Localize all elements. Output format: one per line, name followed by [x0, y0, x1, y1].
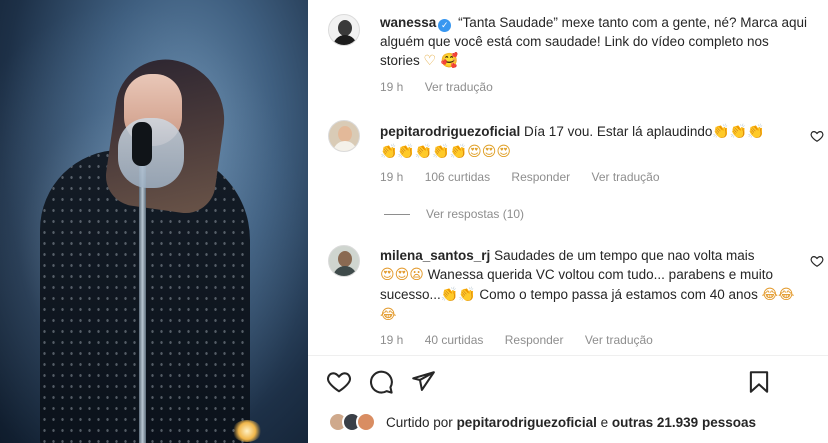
stage-light: [232, 420, 262, 442]
actions-divider: [308, 355, 828, 356]
comment-pepita: pepitarodriguezoficial Día 17 vou. Estar…: [380, 122, 800, 162]
comment-reply-link[interactable]: Responder: [505, 333, 564, 347]
comment-translate-link[interactable]: Ver tradução: [585, 333, 653, 347]
comment-milena: milena_santos_rj Saudades de um tempo qu…: [380, 246, 800, 325]
comment-like-heart-icon[interactable]: [810, 254, 824, 268]
comment-emojis-1: 😍😍😦: [380, 267, 424, 283]
comment-emojis-line2: 👏👏👏👏👏😍😍😍: [380, 144, 511, 160]
liked-by-text: Curtido por pepitarodriguezoficial e out…: [386, 415, 756, 430]
comment-likes-count[interactable]: 106 curtidas: [425, 170, 490, 184]
share-icon[interactable]: [410, 369, 436, 395]
comment-icon[interactable]: [368, 369, 394, 395]
author-avatar[interactable]: [328, 14, 360, 46]
comment-reply-link[interactable]: Responder: [511, 170, 570, 184]
post-media-video[interactable]: [0, 0, 308, 443]
caption-time: 19 h: [380, 80, 404, 94]
post-caption: wanessa ✓ “Tanta Saudade” mexe tanto com …: [380, 13, 810, 71]
comment-meta-milena: 19 h 40 curtidas Responder Ver tradução: [380, 333, 671, 347]
comment-time: 19 h: [380, 333, 404, 347]
comment-emojis: 👏👏👏: [712, 124, 765, 140]
replies-line: [384, 214, 410, 216]
comments-panel: wanessa ✓ “Tanta Saudade” mexe tanto com …: [308, 0, 828, 443]
commenter-avatar-milena[interactable]: [328, 245, 360, 277]
liked-by-prefix: Curtido por: [386, 415, 453, 430]
caption-translate-link[interactable]: Ver tradução: [425, 80, 493, 94]
liked-by-user[interactable]: pepitarodriguezoficial: [457, 415, 597, 430]
comment-emojis-2: 👏👏: [440, 287, 476, 303]
comment-text: Día 17 vou. Estar lá aplaudindo: [524, 124, 713, 139]
microphone-stand: [139, 160, 146, 443]
comment-username[interactable]: pepitarodriguezoficial: [380, 124, 520, 139]
comment-text-3: Como o tempo passa já estamos com 40 ano…: [479, 287, 758, 302]
comment-username[interactable]: milena_santos_rj: [380, 248, 490, 263]
heart-icon[interactable]: [326, 369, 352, 395]
comment-likes-count[interactable]: 40 curtidas: [425, 333, 484, 347]
comment-translate-link[interactable]: Ver tradução: [591, 170, 659, 184]
comment-like-heart-icon[interactable]: [810, 129, 824, 143]
comment-time: 19 h: [380, 170, 404, 184]
bookmark-icon[interactable]: [746, 369, 772, 395]
verified-badge-icon: ✓: [438, 19, 452, 32]
view-replies-link[interactable]: Ver respostas (10): [384, 207, 524, 221]
comment-text-1: Saudades de um tempo que nao volta mais: [494, 248, 755, 263]
author-username[interactable]: wanessa: [380, 15, 436, 30]
microphone: [132, 122, 152, 166]
caption-emojis: ♡ 🥰: [423, 53, 458, 69]
caption-meta: 19 h Ver tradução: [380, 80, 511, 94]
liked-by-middle: e: [600, 415, 609, 430]
liker-avatar: [356, 412, 376, 432]
comment-meta-pepita: 19 h 106 curtidas Responder Ver tradução: [380, 170, 678, 184]
commenter-avatar-pepita[interactable]: [328, 120, 360, 152]
liked-by-others[interactable]: outras 21.939 pessoas: [612, 415, 756, 430]
view-replies-label: Ver respostas (10): [426, 207, 525, 221]
